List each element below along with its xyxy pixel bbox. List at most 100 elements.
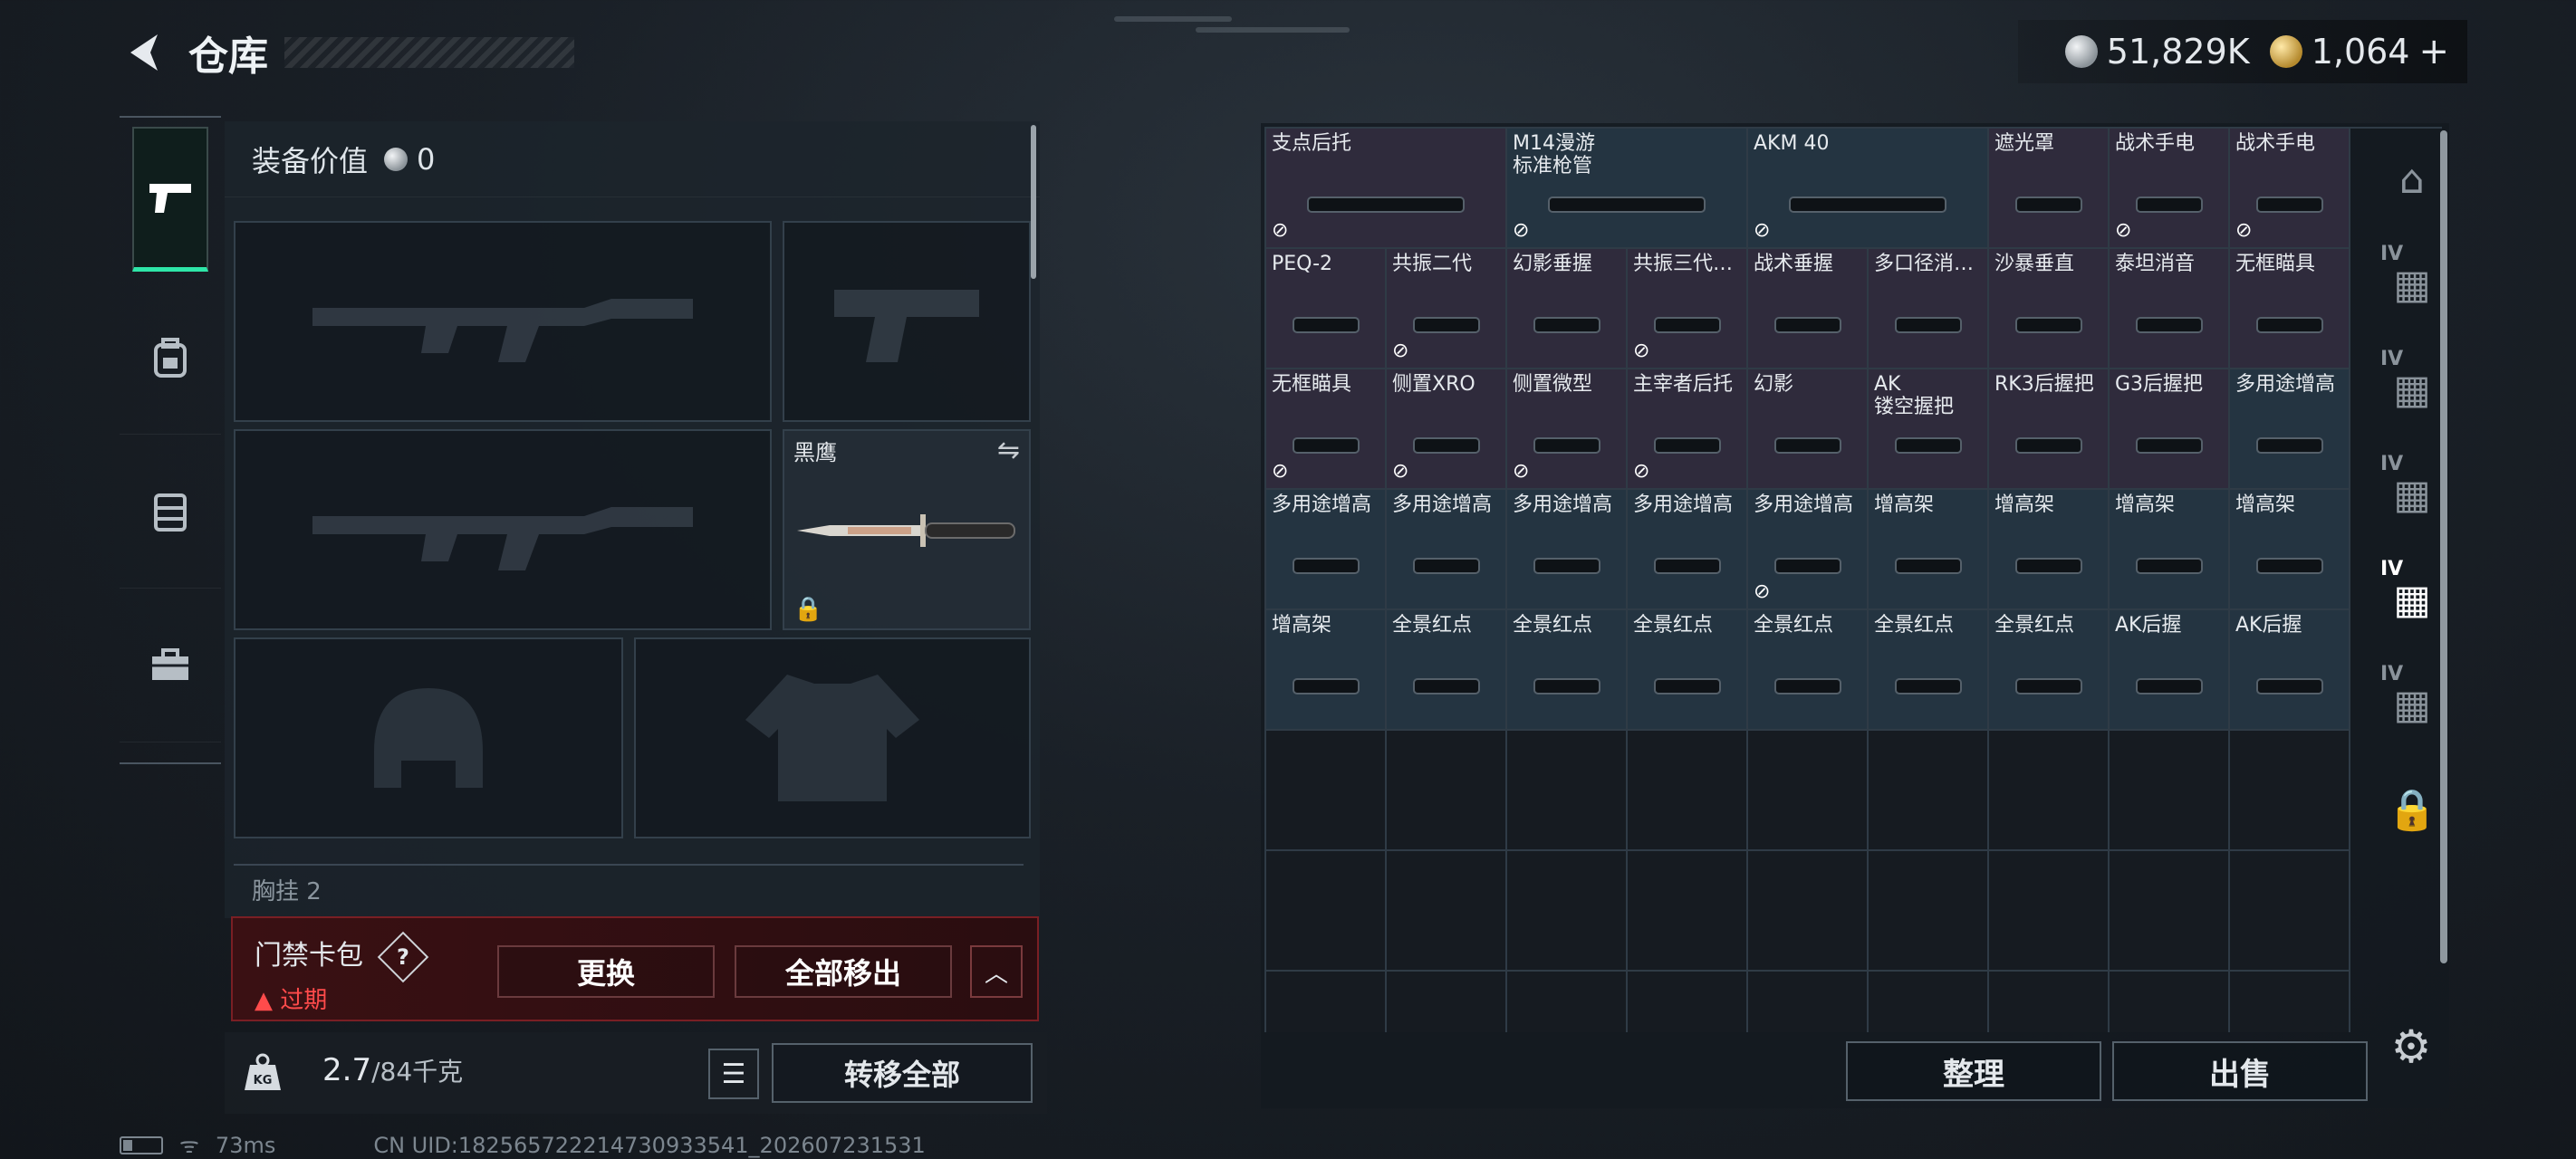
tab-weapons[interactable] — [132, 127, 208, 272]
stash-item[interactable]: 支点后托 ⊘ — [1266, 129, 1507, 249]
stash-item[interactable]: 全景红点 — [1748, 610, 1869, 731]
empty-stash-cell[interactable] — [1869, 851, 1989, 972]
empty-stash-cell[interactable] — [2110, 731, 2230, 851]
empty-stash-cell[interactable] — [1387, 851, 1507, 972]
empty-stash-cell[interactable] — [1628, 851, 1748, 972]
add-gold-button[interactable]: + — [2418, 31, 2449, 72]
stash-item[interactable]: 战术手电 ⊘ — [2230, 129, 2350, 249]
stash-item[interactable]: RK3后握把 — [1989, 369, 2110, 490]
stash-item[interactable]: 多用途增高 — [1507, 490, 1628, 610]
replace-button[interactable]: 更换 — [497, 945, 715, 998]
stash-item[interactable]: 战术手电 ⊘ — [2110, 129, 2230, 249]
stash-item[interactable]: 增高架 — [1869, 490, 1989, 610]
stash-item[interactable]: 多用途增高 — [1266, 490, 1387, 610]
tab-vest[interactable] — [120, 435, 221, 589]
stash-item[interactable]: 无框瞄具 — [2230, 249, 2350, 369]
stash-item[interactable]: 多用途增高 — [2230, 369, 2350, 490]
empty-stash-cell[interactable] — [2230, 851, 2350, 972]
transfer-all-button[interactable]: 转移全部 — [772, 1043, 1033, 1103]
stash-item[interactable]: 沙暴垂直 — [1989, 249, 2110, 369]
stash-item[interactable]: 多用途增高 — [1628, 490, 1748, 610]
equipment-scrollbar[interactable] — [1031, 125, 1036, 279]
stash-page-tab[interactable]: IV ▦ — [2373, 442, 2451, 547]
empty-stash-cell[interactable] — [2110, 851, 2230, 972]
collapse-button[interactable]: ︿ — [970, 945, 1023, 998]
empty-stash-cell[interactable] — [1266, 851, 1387, 972]
empty-stash-cell[interactable] — [1748, 972, 1869, 1032]
stash-item[interactable]: 侧置XRO ⊘ — [1387, 369, 1507, 490]
stash-item[interactable]: 多用途增高 ⊘ — [1748, 490, 1869, 610]
remove-all-button[interactable]: 全部移出 — [735, 945, 952, 998]
stash-item[interactable]: AK 镂空握把 — [1869, 369, 1989, 490]
stash-item[interactable]: 全景红点 — [1869, 610, 1989, 731]
sidearm-slot[interactable] — [783, 221, 1031, 422]
stash-item[interactable]: 共振二代 ⊘ — [1387, 249, 1507, 369]
empty-stash-cell[interactable] — [2110, 972, 2230, 1032]
stash-item[interactable]: 侧置微型 ⊘ — [1507, 369, 1628, 490]
empty-stash-cell[interactable] — [1387, 731, 1507, 851]
empty-stash-cell[interactable] — [1869, 731, 1989, 851]
stash-item[interactable]: 幻影 — [1748, 369, 1869, 490]
stash-item[interactable]: AKM 40 ⊘ — [1748, 129, 1989, 249]
helmet-slot[interactable] — [234, 637, 623, 838]
empty-stash-cell[interactable] — [1507, 851, 1628, 972]
stash-item[interactable]: 全景红点 — [1628, 610, 1748, 731]
secondary-weapon-slot[interactable] — [234, 429, 772, 630]
stash-page-tab[interactable]: IV ▦ — [2373, 547, 2451, 652]
stash-item[interactable]: 主宰者后托 ⊘ — [1628, 369, 1748, 490]
stash-item[interactable]: AK后握 — [2230, 610, 2350, 731]
empty-stash-cell[interactable] — [1748, 731, 1869, 851]
stash-page-tab[interactable]: IV ▦ — [2373, 232, 2451, 337]
organize-button[interactable]: 整理 — [1846, 1041, 2101, 1101]
melee-slot[interactable]: 黑鹰 ⇋ 🔒 — [783, 429, 1031, 630]
empty-stash-cell[interactable] — [1748, 851, 1869, 972]
empty-stash-cell[interactable] — [1266, 731, 1387, 851]
primary-weapon-slot[interactable] — [234, 221, 772, 422]
stash-item[interactable]: 战术垂握 — [1748, 249, 1869, 369]
empty-stash-cell[interactable] — [1628, 972, 1748, 1032]
stash-page-tab[interactable]: IV ▦ — [2373, 337, 2451, 442]
empty-stash-cell[interactable] — [1989, 731, 2110, 851]
stash-item[interactable]: 增高架 — [1266, 610, 1387, 731]
stash-item[interactable]: 泰坦消音 — [2110, 249, 2230, 369]
empty-stash-cell[interactable] — [1989, 972, 2110, 1032]
stash-page-tab[interactable]: 🔒 — [2373, 757, 2451, 862]
stash-page-tab[interactable]: ⌂ — [2373, 127, 2451, 232]
empty-stash-cell[interactable] — [1989, 851, 2110, 972]
gold-currency[interactable]: 1,064 + — [2269, 31, 2449, 72]
stash-item[interactable]: 全景红点 — [1507, 610, 1628, 731]
empty-stash-cell[interactable] — [1507, 972, 1628, 1032]
tab-backpack[interactable] — [120, 281, 221, 435]
stash-item[interactable]: 多用途增高 — [1387, 490, 1507, 610]
settings-button[interactable]: ⚙ — [2384, 1020, 2438, 1074]
empty-stash-cell[interactable] — [1387, 972, 1507, 1032]
stash-page-tab[interactable]: IV ▦ — [2373, 652, 2451, 757]
stash-item[interactable]: 遮光罩 — [1989, 129, 2110, 249]
help-icon[interactable]: ? — [377, 931, 428, 983]
empty-stash-cell[interactable] — [1628, 731, 1748, 851]
list-view-button[interactable]: ☰ — [708, 1049, 759, 1099]
stash-item[interactable]: AK后握 — [2110, 610, 2230, 731]
stash-item[interactable]: M14漫游 标准枪管 ⊘ — [1507, 129, 1748, 249]
tab-toolbox[interactable] — [120, 589, 221, 742]
empty-stash-cell[interactable] — [2230, 731, 2350, 851]
stash-item[interactable]: 共振三代… ⊘ — [1628, 249, 1748, 369]
stash-item[interactable]: 增高架 — [2110, 490, 2230, 610]
stash-item[interactable]: 全景红点 — [1989, 610, 2110, 731]
stash-item[interactable]: 多口径消… — [1869, 249, 1989, 369]
empty-stash-cell[interactable] — [2230, 972, 2350, 1032]
stash-item[interactable]: 全景红点 — [1387, 610, 1507, 731]
stash-item[interactable]: 无框瞄具 ⊘ — [1266, 369, 1387, 490]
stash-item[interactable]: PEQ-2 — [1266, 249, 1387, 369]
empty-stash-cell[interactable] — [1869, 972, 1989, 1032]
empty-stash-cell[interactable] — [1266, 972, 1387, 1032]
stash-item[interactable]: 增高架 — [2230, 490, 2350, 610]
swap-icon[interactable]: ⇋ — [997, 435, 1020, 466]
stash-item[interactable]: 增高架 — [1989, 490, 2110, 610]
empty-stash-cell[interactable] — [1507, 731, 1628, 851]
back-button[interactable] — [118, 25, 172, 80]
stash-item[interactable]: 幻影垂握 — [1507, 249, 1628, 369]
armor-slot[interactable] — [634, 637, 1031, 838]
sell-button[interactable]: 出售 — [2112, 1041, 2368, 1101]
stash-item[interactable]: G3后握把 — [2110, 369, 2230, 490]
